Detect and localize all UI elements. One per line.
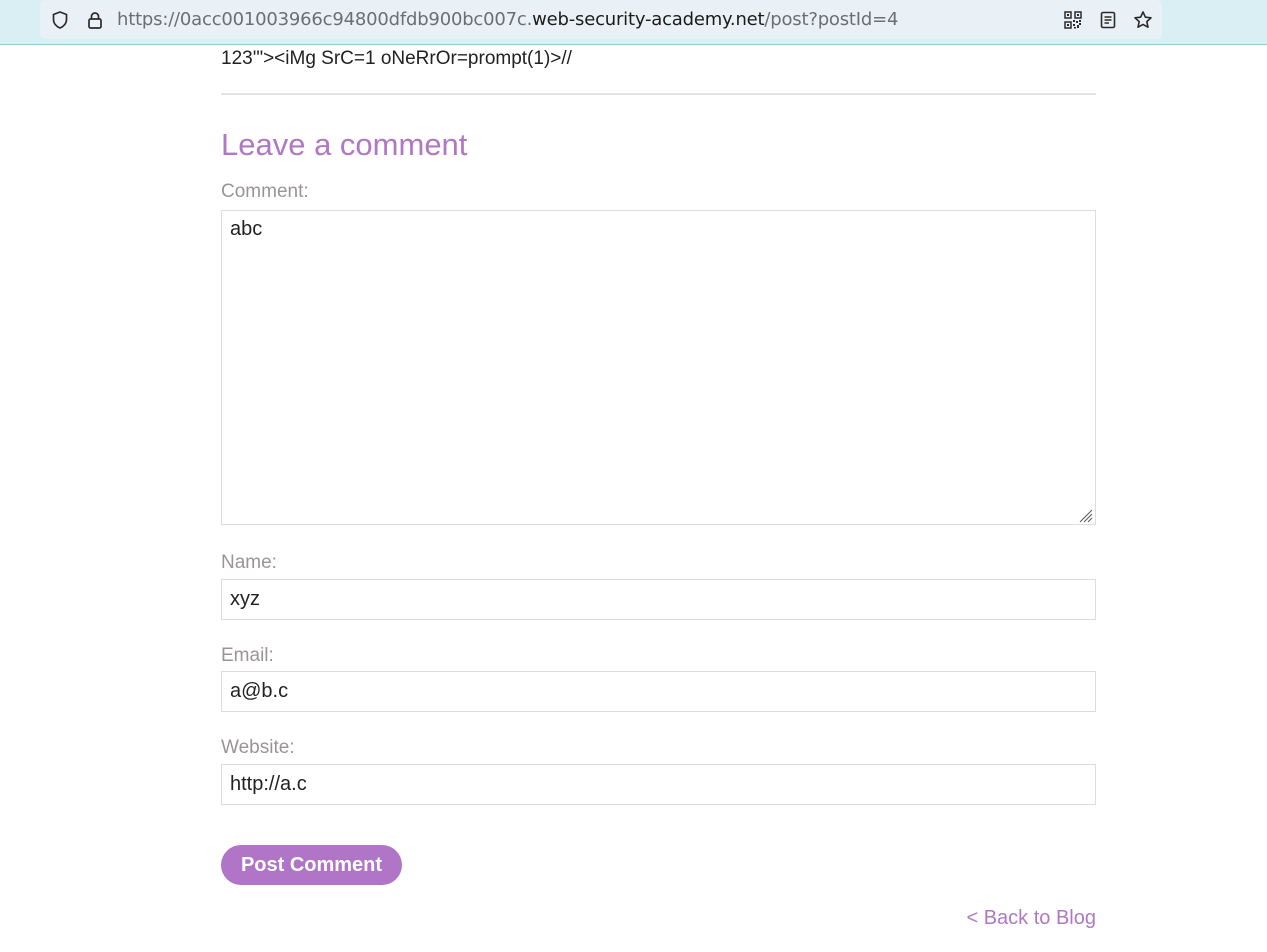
name-label: Name: — [221, 552, 277, 573]
url-text[interactable]: https://0acc001003966c94800dfdb900bc007c… — [117, 9, 898, 30]
email-value: a@b.c — [230, 680, 289, 702]
browser-toolbar: https://0acc001003966c94800dfdb900bc007c… — [0, 0, 1267, 45]
comment-label: Comment: — [221, 181, 309, 202]
resize-grip-icon[interactable] — [1077, 506, 1093, 523]
email-label: Email: — [221, 645, 274, 666]
leave-comment-heading: Leave a comment — [221, 127, 468, 162]
shield-icon[interactable] — [49, 9, 71, 31]
url-prefix: https://0acc001003966c94800dfdb900bc007c… — [117, 9, 533, 30]
divider — [221, 93, 1096, 95]
website-value: http://a.c — [230, 773, 307, 795]
qr-code-icon[interactable] — [1062, 9, 1084, 31]
comment-value: abc — [230, 218, 263, 240]
lock-icon[interactable] — [84, 9, 106, 31]
bookmark-star-icon[interactable] — [1132, 9, 1154, 31]
back-to-blog-link[interactable]: < Back to Blog — [966, 907, 1096, 930]
post-comment-button[interactable]: Post Comment — [221, 845, 402, 885]
previous-comment-text: 123'"><iMg SrC=1 oNeRrOr=prompt(1)>// — [221, 48, 572, 69]
url-path: /post?postId=4 — [764, 9, 899, 30]
email-input[interactable]: a@b.c — [221, 671, 1096, 712]
comment-textarea[interactable]: abc — [221, 210, 1096, 525]
reader-view-icon[interactable] — [1097, 9, 1119, 31]
website-label: Website: — [221, 737, 295, 758]
url-host: web-security-academy.net — [532, 9, 765, 30]
name-input[interactable]: xyz — [221, 579, 1096, 620]
website-input[interactable]: http://a.c — [221, 764, 1096, 805]
name-value: xyz — [230, 588, 260, 610]
